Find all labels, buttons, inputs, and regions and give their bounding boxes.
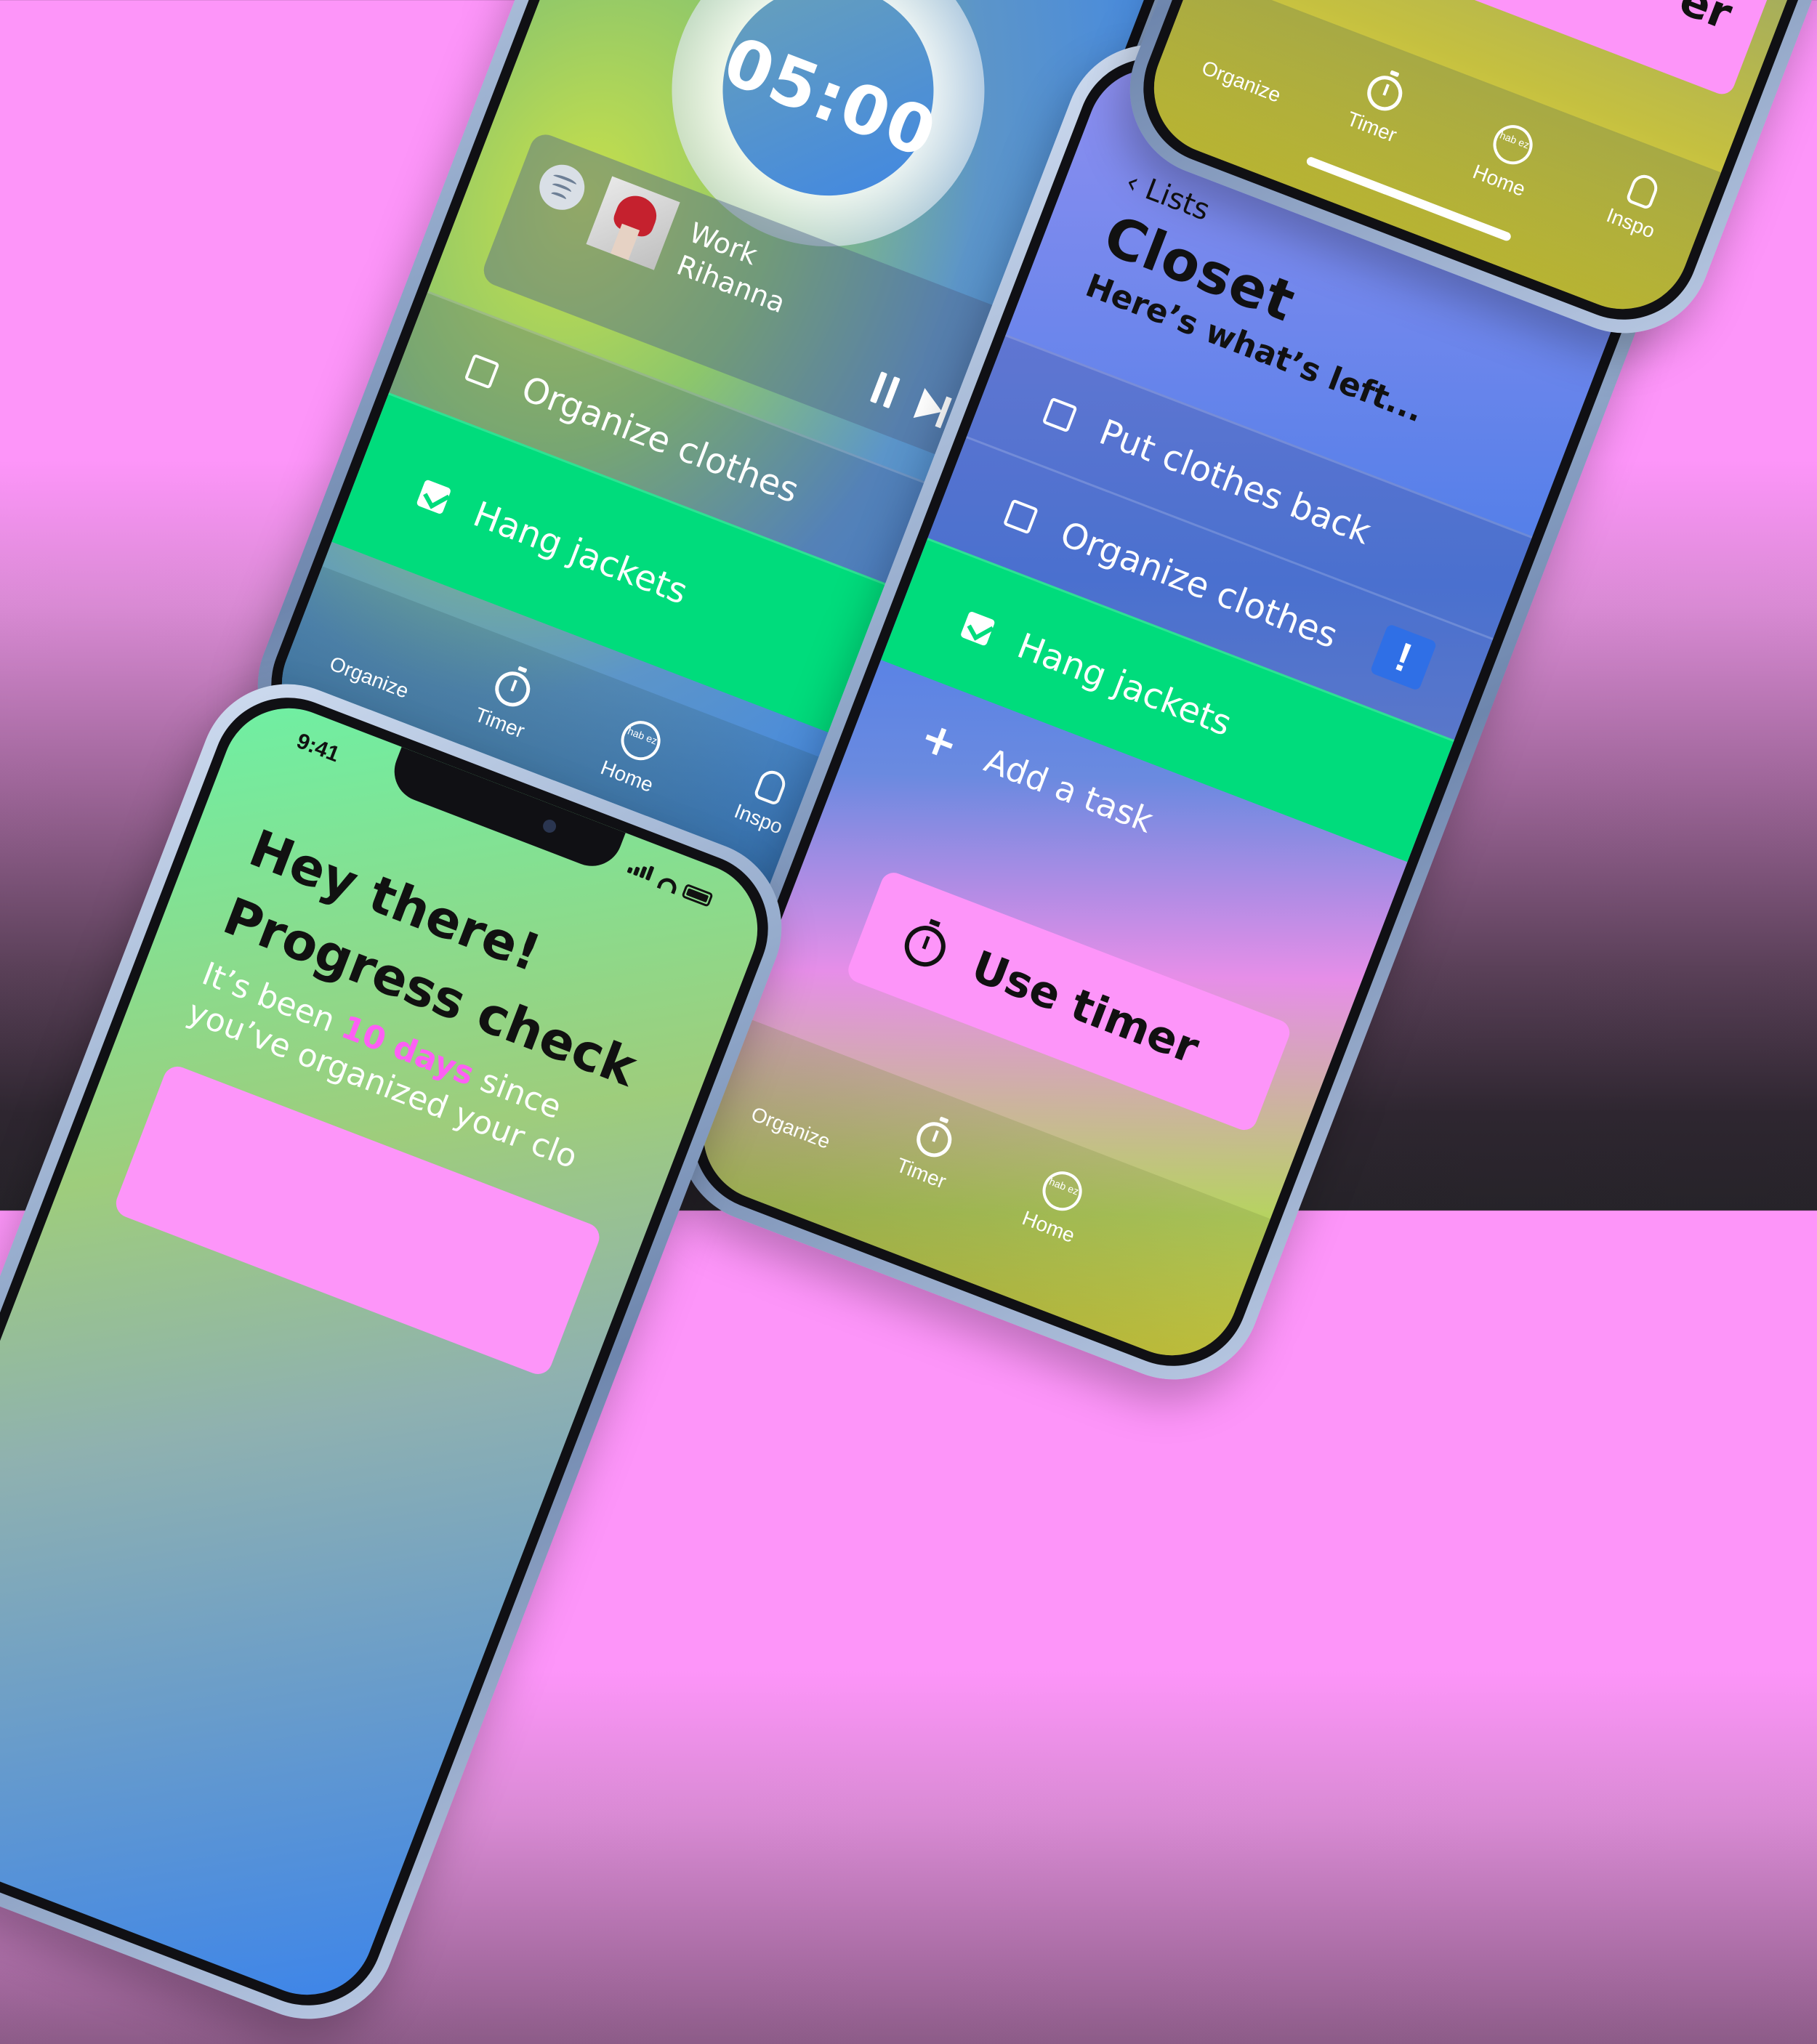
tab-home[interactable]: hab ez Home: [994, 1153, 1120, 1257]
signal-icon: [626, 859, 657, 885]
phone-home: 9:41 Hey there! Progress check It’s been…: [0, 658, 807, 2044]
home-screen: 9:41 Hey there! Progress check It’s been…: [0, 688, 777, 2015]
task-checkbox[interactable]: [1042, 396, 1078, 433]
tab-organize[interactable]: Organize: [736, 1054, 862, 1158]
task-label: Hang jackets: [467, 493, 693, 613]
tab-organize[interactable]: Organize: [314, 604, 440, 708]
countdown-text: 05:00: [713, 22, 947, 174]
task-label: Hang jackets: [1012, 625, 1238, 744]
skip-next-icon[interactable]: [913, 388, 948, 427]
stopwatch-icon: [1362, 70, 1408, 116]
use-timer-label: Use timer: [964, 941, 1206, 1075]
priority-alert-icon[interactable]: !: [1369, 623, 1438, 692]
album-art: [586, 176, 680, 270]
lightbulb-icon: [1625, 171, 1661, 211]
grid-icon: [1230, 20, 1281, 71]
tab-timer[interactable]: Timer: [1317, 57, 1442, 158]
tab-home[interactable]: hab ez Home: [1444, 107, 1571, 211]
tab-timer[interactable]: Timer: [866, 1104, 991, 1204]
task-checkbox-checked[interactable]: [416, 478, 452, 514]
status-time: 9:41: [293, 729, 343, 767]
cta-partial-label: er: [1672, 0, 1739, 40]
spotify-icon[interactable]: [533, 158, 592, 217]
wifi-icon: [656, 875, 680, 894]
lightbulb-icon: [753, 767, 789, 807]
pause-icon[interactable]: [869, 371, 901, 409]
tab-inspo[interactable]: Inspo: [1576, 156, 1700, 254]
tab-organize[interactable]: Organize: [1186, 8, 1313, 112]
stopwatch-icon: [898, 919, 951, 973]
grid-icon: [779, 1067, 830, 1118]
status-icons: [626, 859, 715, 908]
battery-icon: [681, 883, 714, 908]
grid-icon: [358, 616, 408, 667]
tab-home[interactable]: hab ez Home: [572, 703, 698, 807]
task-checkbox-checked[interactable]: [959, 610, 996, 647]
hab-ez-logo-icon: hab ez: [1487, 119, 1539, 171]
stopwatch-icon: [490, 666, 536, 712]
task-checkbox[interactable]: [464, 353, 500, 389]
plus-icon: +: [913, 710, 966, 772]
task-checkbox[interactable]: [1003, 498, 1039, 535]
hab-ez-logo-icon: hab ez: [1036, 1166, 1088, 1217]
hab-ez-logo-icon: hab ez: [615, 715, 666, 767]
stopwatch-icon: [911, 1117, 957, 1163]
tab-timer[interactable]: Timer: [445, 653, 570, 754]
